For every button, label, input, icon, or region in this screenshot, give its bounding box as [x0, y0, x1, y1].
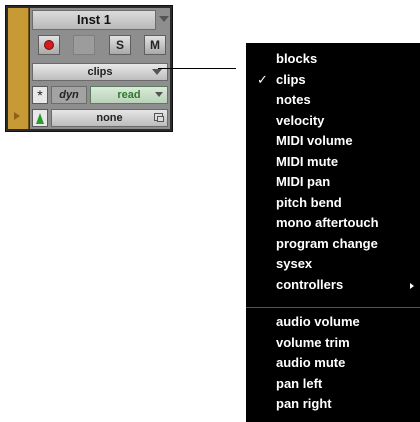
menu-item-label: program change	[276, 235, 378, 251]
metronome-icon	[36, 113, 44, 124]
record-enable-button[interactable]	[38, 35, 60, 55]
expand-arrow-icon[interactable]	[14, 112, 20, 120]
automation-mode-selector[interactable]: read	[90, 86, 168, 104]
track-header: Inst 1 S M clips * dyn read none	[5, 5, 173, 132]
checkmark-icon: ✓	[257, 71, 268, 87]
menu-item-sysex[interactable]: sysex	[246, 254, 420, 275]
menu-item-audio-mute[interactable]: audio mute	[246, 353, 420, 374]
record-icon	[44, 40, 54, 50]
track-name[interactable]: Inst 1	[32, 10, 156, 30]
chevron-down-icon	[152, 69, 162, 75]
group-row: none	[32, 109, 168, 129]
group-label: none	[96, 112, 123, 124]
dyn-button[interactable]: dyn	[51, 86, 87, 104]
track-view-selector[interactable]: clips	[32, 63, 168, 81]
menu-item-audio-volume[interactable]: audio volume	[246, 312, 420, 333]
menu-item-clips[interactable]: ✓ clips	[246, 70, 420, 91]
menu-item-midi-pan[interactable]: MIDI pan	[246, 172, 420, 193]
menu-item-velocity[interactable]: velocity	[246, 111, 420, 132]
elastic-audio-button[interactable]: *	[32, 86, 48, 104]
menu-section-audio: audio volume volume trim audio mute pan lef…	[246, 312, 420, 415]
automation-row: * dyn read	[32, 86, 168, 106]
menu-item-label: audio volume	[276, 314, 360, 329]
submenu-arrow-icon	[410, 282, 414, 289]
chevron-down-icon	[155, 92, 163, 97]
menu-item-label: pan right	[276, 396, 332, 411]
track-view-menu: blocks ✓ clips notes velocity MIDI volume MIDI…	[246, 43, 420, 422]
menu-item-mono-aftertouch[interactable]: mono aftertouch	[246, 213, 420, 234]
track-controls: Inst 1 S M clips * dyn read none	[30, 8, 170, 129]
track-menu-arrow-icon[interactable]	[157, 10, 169, 30]
menu-item-label: pan left	[276, 375, 323, 391]
menu-item-label: velocity	[276, 112, 325, 128]
mute-button[interactable]: M	[144, 35, 166, 55]
automation-mode-label: read	[117, 89, 141, 101]
solo-button[interactable]: S	[109, 35, 131, 55]
menu-item-label: audio mute	[276, 355, 346, 370]
menu-item-label: controllers	[276, 276, 344, 292]
menu-item-label: pitch bend	[276, 194, 342, 210]
menu-item-label: clips	[276, 71, 306, 87]
timebase-button[interactable]	[32, 109, 48, 127]
menu-item-blocks[interactable]: blocks	[246, 49, 420, 70]
callout-line	[158, 68, 236, 69]
menu-item-program-change[interactable]: program change	[246, 234, 420, 255]
menu-item-midi-volume[interactable]: MIDI volume	[246, 131, 420, 152]
group-selector[interactable]: none	[51, 109, 168, 127]
menu-item-controllers[interactable]: controllers	[246, 275, 420, 296]
menu-item-label: mono aftertouch	[276, 215, 379, 230]
input-monitor-button[interactable]	[73, 35, 95, 55]
menu-item-pan-left[interactable]: pan left	[246, 374, 420, 395]
menu-item-midi-mute[interactable]: MIDI mute	[246, 152, 420, 173]
menu-item-label: MIDI mute	[276, 153, 339, 169]
track-view-label: clips	[87, 66, 113, 78]
menu-separator	[246, 298, 420, 308]
group-stack-icon	[154, 113, 164, 122]
menu-item-label: blocks	[276, 51, 318, 66]
menu-item-notes[interactable]: notes	[246, 90, 420, 111]
menu-item-label: MIDI volume	[276, 133, 353, 148]
menu-item-pitch-bend[interactable]: pitch bend	[246, 193, 420, 214]
menu-item-label: volume trim	[276, 334, 350, 350]
track-button-row: S M	[32, 35, 168, 57]
track-color-strip[interactable]	[8, 8, 29, 129]
menu-item-pan-right[interactable]: pan right	[246, 394, 420, 415]
menu-item-volume-trim[interactable]: volume trim	[246, 333, 420, 354]
menu-section-midi: blocks ✓ clips notes velocity MIDI volume MIDI…	[246, 49, 420, 295]
menu-item-label: sysex	[276, 256, 313, 271]
menu-item-label: notes	[276, 92, 311, 107]
menu-item-label: MIDI pan	[276, 174, 331, 189]
